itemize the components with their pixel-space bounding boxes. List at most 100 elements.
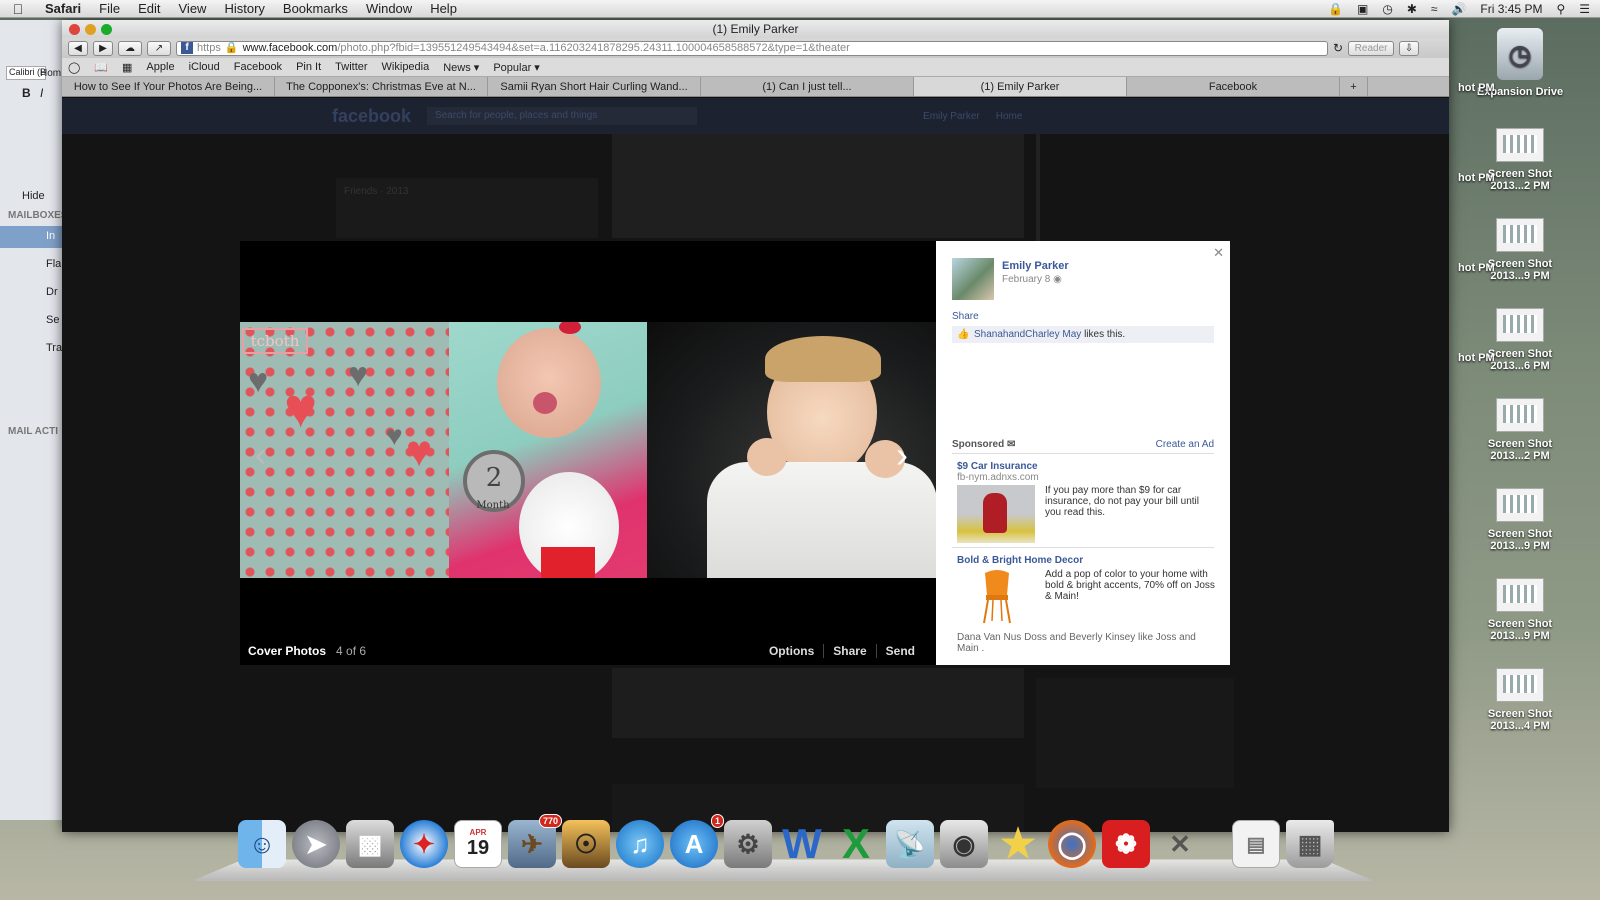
ad-car-insurance[interactable]: $9 Car Insurance fb-nym.adnxs.com If you… xyxy=(957,461,1213,545)
bookmark-apple[interactable]: Apple xyxy=(146,61,174,73)
safari-icon[interactable]: ✦ xyxy=(400,820,448,868)
bookmark-pin-it[interactable]: Pin It xyxy=(296,61,321,73)
partial-desktop-label[interactable]: hot PM xyxy=(1458,262,1498,274)
remote-desktop-icon[interactable]: 📡 xyxy=(886,820,934,868)
privacy-globe-icon[interactable]: ◉ xyxy=(1053,274,1062,285)
screenshot-file-4[interactable]: Screen Shot 2013...2 PM xyxy=(1476,398,1564,462)
bookmark-twitter[interactable]: Twitter xyxy=(335,61,367,73)
facebook-logo[interactable]: facebook xyxy=(332,106,411,127)
profile-name-link[interactable]: Emily Parker xyxy=(1002,260,1069,272)
ad-home-decor[interactable]: Bold & Bright Home Decor Add a pop of co… xyxy=(957,555,1215,629)
menu-file[interactable]: File xyxy=(90,1,129,16)
mail-icon[interactable]: ✈ 770 xyxy=(508,814,562,868)
menu-view[interactable]: View xyxy=(170,1,216,16)
bookmark-wikipedia[interactable]: Wikipedia xyxy=(382,61,430,73)
menu-edit[interactable]: Edit xyxy=(129,1,169,16)
app-store-icon[interactable]: A1 xyxy=(670,814,724,868)
word-icon[interactable]: W xyxy=(778,820,826,868)
tab-can-i-just-tell[interactable]: (1) Can I just tell... xyxy=(701,77,914,96)
share-button[interactable]: Share xyxy=(823,644,875,658)
firefox-icon[interactable]: ◯ xyxy=(1048,820,1096,868)
airplay-icon[interactable]: ▣ xyxy=(1357,2,1368,16)
bookmark-news-folder[interactable]: News ▾ xyxy=(443,61,479,74)
reader-button[interactable]: Reader xyxy=(1348,40,1395,56)
menu-window[interactable]: Window xyxy=(357,1,421,16)
back-button[interactable]: ◀ xyxy=(68,40,88,56)
mailbox-drafts[interactable]: Dr xyxy=(46,286,58,298)
notification-list-icon[interactable]: ☰ xyxy=(1579,2,1590,16)
screenshot-file-5[interactable]: Screen Shot 2013...9 PM xyxy=(1476,488,1564,552)
itunes-icon[interactable]: ♫ xyxy=(616,820,664,868)
header-home-link[interactable]: Home xyxy=(996,111,1023,122)
ical-icon[interactable]: APR 19 xyxy=(454,820,502,868)
album-title-link[interactable]: Cover Photos xyxy=(248,644,326,658)
orange-chair-image[interactable] xyxy=(979,569,1015,625)
tab-copponex[interactable]: The Copponex's: Christmas Eve at N... xyxy=(275,77,488,96)
close-window-button[interactable] xyxy=(69,24,80,35)
screenshot-file-6[interactable]: Screen Shot 2013...9 PM xyxy=(1476,578,1564,642)
launchpad-icon[interactable]: ➤ xyxy=(292,820,340,868)
menu-app-safari[interactable]: Safari xyxy=(36,1,90,16)
post-date[interactable]: February 8 ◉ xyxy=(1002,274,1062,285)
imovie-star-icon[interactable]: ★ xyxy=(994,820,1042,868)
mailbox-sent[interactable]: Se xyxy=(46,314,59,326)
new-tab-button[interactable]: + xyxy=(1340,77,1368,96)
mailbox-trash[interactable]: Tra xyxy=(46,342,62,354)
menu-bookmarks[interactable]: Bookmarks xyxy=(274,1,357,16)
photo-booth-icon[interactable]: ◉ xyxy=(940,820,988,868)
acrobat-icon[interactable]: ❁ xyxy=(1102,820,1150,868)
create-ad-link[interactable]: Create an Ad xyxy=(1156,439,1214,450)
options-button[interactable]: Options xyxy=(760,644,823,658)
partial-desktop-label[interactable]: hot PM xyxy=(1458,172,1498,184)
trash-icon[interactable]: ▦ xyxy=(1286,820,1334,868)
lock-icon[interactable]: 🔒 xyxy=(1328,2,1343,16)
header-profile-link[interactable]: Emily Parker xyxy=(923,111,980,122)
italic-button[interactable]: I xyxy=(40,86,43,100)
hide-button[interactable]: Hide xyxy=(22,190,45,202)
partial-desktop-label[interactable]: hot PM xyxy=(1458,82,1498,94)
ad-image[interactable] xyxy=(957,485,1035,543)
ad-title[interactable]: Bold & Bright Home Decor xyxy=(957,555,1213,566)
finder-icon[interactable]: ☺ xyxy=(238,820,286,868)
time-machine-icon[interactable]: ◷ xyxy=(1382,2,1392,16)
avatar[interactable] xyxy=(952,258,994,300)
share-link[interactable]: Share xyxy=(952,311,979,322)
mailbox-flagged[interactable]: Fla xyxy=(46,258,61,270)
tab-photos-being[interactable]: How to See If Your Photos Are Being... xyxy=(62,77,275,96)
bookmark-facebook[interactable]: Facebook xyxy=(234,61,282,73)
bluetooth-icon[interactable]: ✱ xyxy=(1407,2,1417,16)
reading-list-icon[interactable]: ◯ xyxy=(68,61,80,74)
send-button[interactable]: Send xyxy=(875,644,924,658)
spotlight-icon[interactable]: ⚲ xyxy=(1556,2,1565,16)
menu-history[interactable]: History xyxy=(215,1,273,16)
previous-photo-arrow-icon[interactable]: ‹ xyxy=(255,436,266,475)
icloud-tabs-icon[interactable]: ☁ xyxy=(118,40,142,56)
liker-name-link[interactable]: ShanahandCharley May xyxy=(974,329,1081,340)
bookmark-icloud[interactable]: iCloud xyxy=(189,61,220,73)
iphoto-icon[interactable]: ☉ xyxy=(562,820,610,868)
next-photo-arrow-icon[interactable]: › xyxy=(896,434,908,476)
close-icon[interactable]: ✕ xyxy=(1213,245,1224,261)
volume-icon[interactable]: 🔊 xyxy=(1451,2,1466,16)
minimize-window-button[interactable] xyxy=(85,24,96,35)
bookmarks-book-icon[interactable]: 📖 xyxy=(94,61,108,74)
cover-photo-image[interactable]: tcboth ♥ ♥ ♥ ♥ ♥ 2 Month xyxy=(240,322,936,578)
menu-clock[interactable]: Fri 3:45 PM xyxy=(1480,2,1542,16)
top-sites-grid-icon[interactable]: ▦ xyxy=(122,61,132,74)
bold-button[interactable]: B xyxy=(22,86,31,100)
reload-icon[interactable]: ↻ xyxy=(1333,41,1343,55)
apple-icon[interactable]:  xyxy=(0,1,36,17)
excel-icon[interactable]: X xyxy=(832,820,880,868)
facebook-search-input[interactable]: Search for people, places and things xyxy=(427,107,698,125)
image-capture-icon[interactable]: ▩ xyxy=(346,820,394,868)
tab-emily-parker[interactable]: (1) Emily Parker xyxy=(914,77,1127,96)
address-bar[interactable]: f https 🔒 www.facebook.com/photo.php?fbi… xyxy=(176,40,1328,56)
wifi-icon[interactable]: ≈ xyxy=(1431,2,1438,16)
forward-button[interactable]: ▶ xyxy=(93,40,113,56)
system-preferences-icon[interactable]: ⚙ xyxy=(724,820,772,868)
menu-help[interactable]: Help xyxy=(421,1,466,16)
screenshot-file-7[interactable]: Screen Shot 2013...4 PM xyxy=(1476,668,1564,732)
bookmark-popular-folder[interactable]: Popular ▾ xyxy=(493,61,540,74)
downloads-icon[interactable]: ⇩ xyxy=(1399,40,1420,56)
partial-desktop-label[interactable]: hot PM xyxy=(1458,352,1498,364)
